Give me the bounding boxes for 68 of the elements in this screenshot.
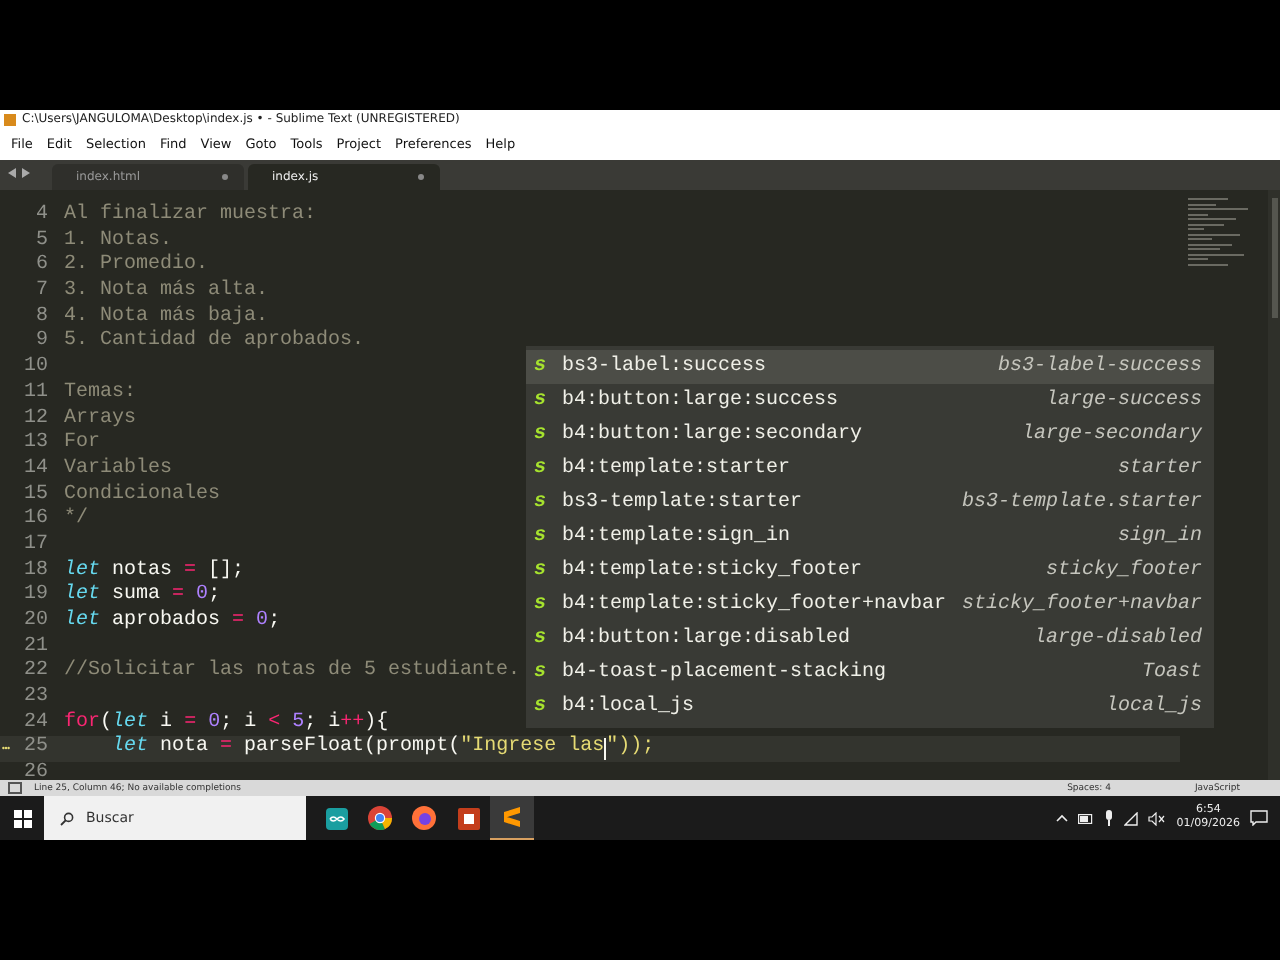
line-number: 11 (21, 381, 50, 407)
code-token: < (268, 711, 281, 735)
code-token: Al finalizar muestra: (64, 204, 317, 230)
line-number: 12 (21, 407, 50, 432)
code-token: 0 (208, 711, 221, 737)
line-number: 23 (21, 686, 50, 712)
line-number: 18 (21, 559, 50, 584)
line-number: 4 (33, 204, 50, 230)
code-token: ; i (304, 711, 341, 735)
code-token: let (112, 736, 149, 763)
code-token: for (64, 711, 101, 737)
code-token: = (220, 736, 233, 763)
line-number: 6 (33, 254, 50, 280)
code-token: = (172, 584, 185, 609)
code-token: ; (268, 610, 281, 636)
code-token: Temas: (64, 381, 137, 407)
code-token: let (64, 584, 101, 609)
code-token: ")); (606, 736, 655, 763)
code-token: Condicionales (64, 483, 221, 507)
code-token: 0 (194, 584, 209, 609)
code-token: parseFloat(prompt( (242, 736, 461, 763)
line-number: 19 (21, 584, 50, 610)
line-number: 9 (33, 330, 50, 356)
code-token: "Ingrese las (460, 736, 605, 763)
code-token: nota (158, 736, 211, 763)
code-token: 4. Nota más baja. (64, 305, 269, 329)
line-number: 7 (33, 280, 50, 306)
code-token: 5 (290, 711, 305, 735)
line-number: 22 (21, 660, 50, 686)
line-number: 5 (33, 229, 50, 254)
line-number: 17 (21, 533, 50, 560)
line-number: 13 (21, 432, 50, 458)
code-token: */ (64, 508, 89, 534)
code-token: //Solicitar las notas de 5 estudiante. (64, 660, 521, 687)
code-token: = (184, 559, 197, 585)
line-number: 21 (21, 635, 50, 660)
code-token: 0 (254, 610, 269, 636)
code-token: ; i (220, 711, 259, 735)
line-number: 14 (21, 457, 50, 484)
line-number: 24 (21, 711, 50, 736)
line-number: 10 (21, 356, 50, 382)
code-token: 1. Notas. (64, 229, 173, 253)
line-number: 25 (21, 736, 50, 762)
code-token: Variables (64, 457, 173, 483)
code-token: suma (110, 584, 163, 609)
code-token: = (184, 711, 197, 736)
code-token: []; (207, 559, 245, 585)
code-token: ){ (364, 711, 389, 735)
code-token: let (64, 559, 101, 583)
code-token: let (64, 610, 101, 636)
code-token: ( (100, 711, 113, 737)
line-number: 15 (21, 483, 50, 508)
code-token: 3. Nota más alta. (64, 280, 269, 305)
code-token: let (112, 711, 149, 735)
code-token: notas (110, 559, 175, 585)
code-token: ++ (340, 711, 365, 735)
code-token: Arrays (64, 407, 137, 432)
code-token: i (158, 711, 175, 736)
line-number: 20 (21, 610, 50, 636)
code-token: aprobados (110, 610, 223, 636)
code-token: 2. Promedio. (64, 254, 209, 279)
line-number: 16 (21, 508, 50, 534)
line-number: 8 (33, 305, 50, 330)
code-token: 5. Cantidad de aprobados. (64, 330, 365, 357)
code-token: = (232, 610, 245, 636)
line-number: 26 (21, 762, 50, 780)
code-token: ; (208, 584, 221, 609)
code-token: For (64, 432, 101, 457)
